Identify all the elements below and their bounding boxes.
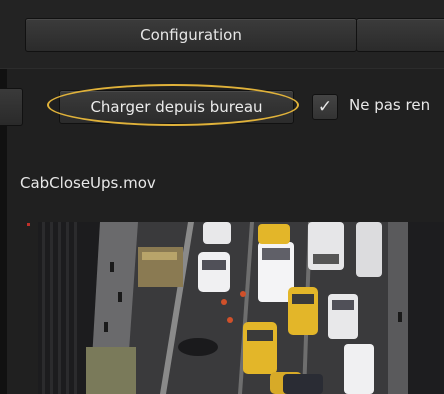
app-window: Configuration Charger depuis bureau ✓ Ne… <box>0 0 444 394</box>
marker-dot <box>27 223 30 226</box>
tab-bar: Configuration <box>0 0 444 69</box>
previous-button-partial[interactable] <box>0 88 23 126</box>
check-icon: ✓ <box>317 97 333 117</box>
load-from-desktop-button[interactable]: Charger depuis bureau <box>59 90 294 124</box>
video-thumbnail <box>38 222 444 394</box>
media-filename: CabCloseUps.mov <box>20 174 156 192</box>
do-not-remove-checkbox[interactable]: ✓ <box>312 94 338 120</box>
tab-configuration[interactable]: Configuration <box>25 18 357 52</box>
tab-next[interactable] <box>356 18 444 52</box>
video-preview[interactable] <box>38 222 444 394</box>
checkbox-label: Ne pas ren <box>349 96 431 114</box>
